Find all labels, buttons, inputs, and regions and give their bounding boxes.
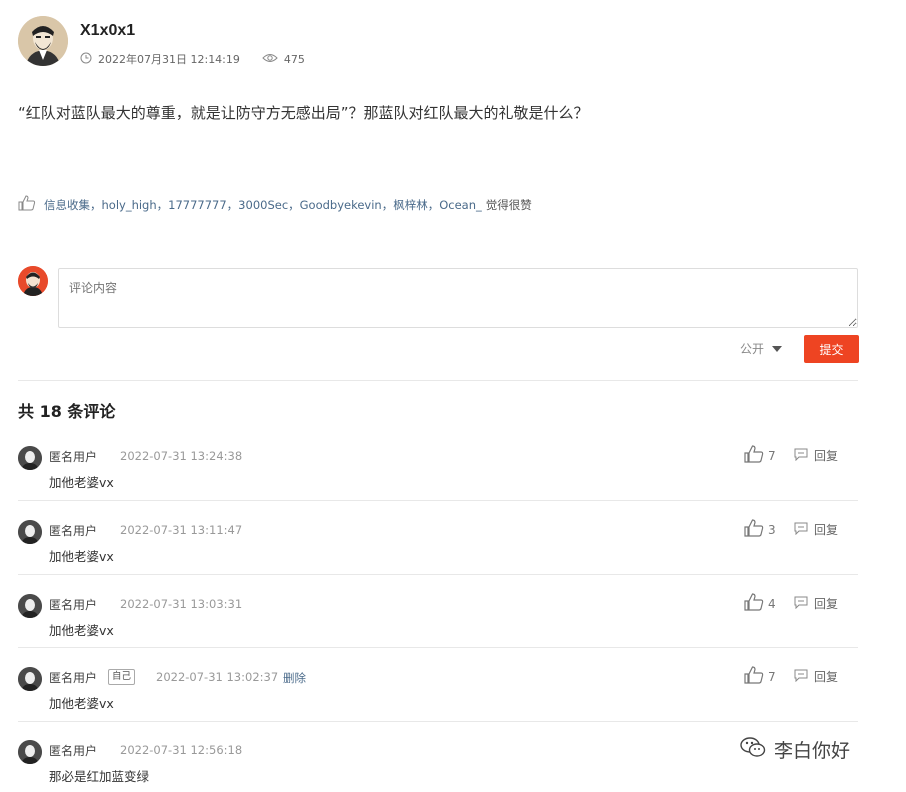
self-badge: 自己 [108, 669, 136, 685]
comments-count: 共 18 条评论 [18, 402, 116, 421]
comment-like-button[interactable]: 7 [744, 445, 776, 466]
comment-time: 2022-07-31 13:03:31 [120, 597, 243, 611]
reply-icon [794, 448, 808, 464]
comment-item: 匿名用户 2022-07-31 13:03:31 加他老婆vx 4 回复 [18, 588, 858, 662]
like-count: 7 [768, 448, 776, 463]
reply-label: 回复 [814, 523, 839, 537]
comment-username: 匿名用户 [49, 450, 98, 464]
divider [18, 500, 858, 501]
likes-line: 信息收集，holy_high，17777777，3000Sec，Goodbyek… [18, 195, 532, 214]
divider [18, 647, 858, 648]
clock-icon [80, 52, 92, 67]
liked-suffix: 觉得很赞 [485, 197, 532, 212]
comment-username: 匿名用户 [49, 744, 98, 758]
caret-down-icon [772, 345, 783, 352]
anonymous-avatar [18, 446, 42, 470]
current-user-avatar [18, 266, 48, 296]
anonymous-avatar [18, 667, 42, 691]
comment-item: 匿名用户 2022-07-31 12:56:18 那必是红加蓝变绿 [18, 734, 858, 792]
author-name[interactable]: X1x0x1 [80, 22, 305, 40]
comment-time: 2022-07-31 13:11:47 [120, 523, 243, 537]
anonymous-avatar [18, 594, 42, 618]
reply-label: 回复 [814, 670, 839, 684]
comment-reply-button[interactable]: 回复 [794, 521, 838, 538]
comment-text: 加他老婆vx [49, 696, 114, 711]
watermark-text: 李白你好 [774, 740, 851, 762]
eye-icon [262, 52, 278, 67]
post-body: “红队对蓝队最大的尊重，就是让防守方无感出局”？那蓝队对红队最大的礼敬是什么？ [18, 104, 589, 122]
comment-username: 匿名用户 [49, 524, 98, 538]
comment-text: 加他老婆vx [49, 549, 114, 564]
comment-reply-button[interactable]: 回复 [794, 668, 838, 685]
divider [18, 380, 858, 381]
liked-users[interactable]: 信息收集，holy_high，17777777，3000Sec，Goodbyek… [44, 197, 482, 213]
like-count: 4 [768, 596, 776, 611]
comment-item: 匿名用户 自己 2022-07-31 13:02:37 删除 加他老婆vx 7 … [18, 661, 858, 735]
divider [18, 721, 858, 722]
visibility-select[interactable]: 公开 [740, 340, 783, 357]
reply-icon [794, 596, 808, 612]
comment-like-button[interactable]: 7 [744, 666, 776, 687]
author-avatar[interactable] [18, 16, 68, 66]
comment-time: 2022-07-31 13:24:38 [120, 449, 243, 463]
comment-text: 加他老婆vx [49, 623, 114, 638]
comment-like-button[interactable]: 3 [744, 519, 776, 540]
reply-label: 回复 [814, 597, 839, 611]
thumbs-up-icon[interactable] [18, 195, 36, 214]
post-meta: 2022年07月31日 12:14:19 475 [80, 51, 305, 67]
comment-like-button[interactable]: 4 [744, 593, 776, 614]
comment-reply-button[interactable]: 回复 [794, 595, 838, 612]
reply-label: 回复 [814, 449, 839, 463]
comment-item: 匿名用户 2022-07-31 13:11:47 加他老婆vx 3 回复 [18, 514, 858, 588]
comment-username: 匿名用户 [49, 598, 98, 612]
anonymous-avatar [18, 520, 42, 544]
post-header: X1x0x1 2022年07月31日 12:14:19 475 [18, 16, 305, 67]
thumbs-up-icon [744, 666, 764, 687]
comment-time: 2022-07-31 12:56:18 [120, 743, 243, 757]
thumbs-up-icon [744, 593, 764, 614]
divider [18, 574, 858, 575]
comment-item: 匿名用户 2022-07-31 13:24:38 加他老婆vx 7 回复 [18, 440, 858, 514]
like-count: 7 [768, 669, 776, 684]
like-count: 3 [768, 522, 776, 537]
visibility-label: 公开 [740, 342, 765, 356]
anonymous-avatar [18, 740, 42, 764]
watermark: 李白你好 [740, 736, 850, 763]
comment-text: 那必是红加蓝变绿 [49, 769, 150, 784]
comment-text: 加他老婆vx [49, 475, 114, 490]
comment-input[interactable] [58, 268, 858, 328]
comment-username: 匿名用户 [49, 671, 98, 685]
reply-icon [794, 522, 808, 538]
comment-reply-button[interactable]: 回复 [794, 447, 838, 464]
post-datetime: 2022年07月31日 12:14:19 [98, 53, 240, 66]
reply-icon [794, 669, 808, 685]
comment-time: 2022-07-31 13:02:37 [156, 670, 279, 684]
thumbs-up-icon [744, 519, 764, 540]
view-count: 475 [283, 52, 305, 66]
submit-button[interactable]: 提交 [804, 335, 859, 363]
delete-link[interactable]: 删除 [283, 670, 306, 686]
thumbs-up-icon [744, 445, 764, 466]
wechat-icon [740, 736, 766, 763]
